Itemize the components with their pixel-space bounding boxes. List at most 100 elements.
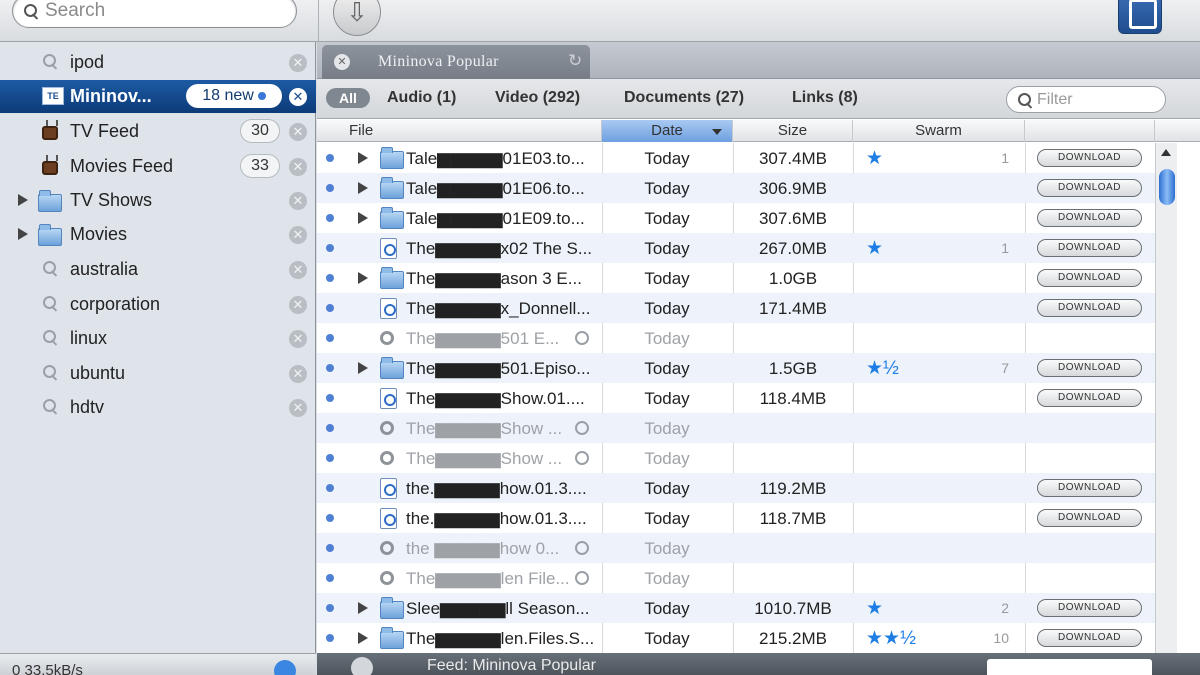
remove-icon[interactable]: ✕ [289,158,307,176]
folder-icon [380,597,404,619]
download-button[interactable]: DOWNLOAD [1037,629,1142,647]
main-panel: ✕ Mininova Popular ↻ All Audio (1) Video… [317,42,1200,675]
table-row[interactable]: Tale▆▆▆▆▆01E03.to... Today 307.4MB ★ 1 DOWNLO… [317,143,1155,173]
filter-all-button[interactable]: All [326,88,370,108]
date-cell: Today [644,539,690,558]
app-window-icon[interactable] [1118,0,1162,34]
seed-count: 1 [1001,240,1009,256]
date-cell: Today [644,599,690,618]
remove-icon[interactable]: ✕ [289,330,307,348]
disclosure-triangle-icon[interactable] [358,632,368,644]
remove-icon[interactable]: ✕ [289,88,307,106]
table-row[interactable]: the ▆▆▆▆▆how 0... Today [317,533,1155,563]
cancel-icon[interactable] [575,451,589,465]
disclosure-triangle-icon[interactable] [358,152,368,164]
disclosure-triangle-icon[interactable] [358,182,368,194]
disclosure-triangle-icon[interactable] [358,272,368,284]
sidebar-item-linux[interactable]: linux ✕ [0,322,316,355]
cancel-icon[interactable] [575,541,589,555]
download-button[interactable]: DOWNLOAD [1037,179,1142,197]
seed-count: 7 [1001,360,1009,376]
disclosure-triangle-icon[interactable] [358,362,368,374]
column-size[interactable]: Size [733,120,853,142]
remove-icon[interactable]: ✕ [289,226,307,244]
sidebar-item-ubuntu[interactable]: ubuntu ✕ [0,357,316,390]
disclosure-triangle-icon[interactable] [358,602,368,614]
filter-documents-button[interactable]: Documents (27) [624,89,744,107]
download-arrow-icon[interactable]: ⇩ [333,0,381,36]
scrollbar[interactable] [1155,143,1177,675]
download-button[interactable]: DOWNLOAD [1037,389,1142,407]
tab-close-icon[interactable]: ✕ [334,54,350,70]
table-row[interactable]: The▆▆▆▆▆Show.01.... Today 118.4MB DOWNLOAD [317,383,1155,413]
remove-icon[interactable]: ✕ [289,54,307,72]
download-button[interactable]: DOWNLOAD [1037,209,1142,227]
unread-dot-icon [326,514,334,522]
sidebar-item-movies-feed[interactable]: Movies Feed 33 ✕ [0,150,316,183]
add-icon[interactable] [274,660,296,675]
table-row[interactable]: The▆▆▆▆▆x_Donnell... Today 171.4MB DOWNLOAD [317,293,1155,323]
filter-links-button[interactable]: Links (8) [792,89,858,107]
remove-icon[interactable]: ✕ [289,365,307,383]
sidebar-item-mininov[interactable]: TE Mininov... 18 new ✕ [0,80,316,113]
table-row[interactable]: The▆▆▆▆▆len File... Today [317,563,1155,593]
download-button[interactable]: DOWNLOAD [1037,359,1142,377]
scroll-up-icon[interactable] [1161,149,1171,156]
status-field[interactable] [987,659,1152,675]
search-input[interactable]: Search [12,0,297,28]
filter-audio-button[interactable]: Audio (1) [387,89,456,107]
remove-icon[interactable]: ✕ [289,192,307,210]
table-row[interactable]: The▆▆▆▆▆x02 The S... Today 267.0MB ★ 1 DOWNLO… [317,233,1155,263]
sidebar-item-tv-shows[interactable]: TV Shows ✕ [0,184,316,217]
column-swarm[interactable]: Swarm [853,120,1025,142]
cancel-icon[interactable] [575,421,589,435]
download-button[interactable]: DOWNLOAD [1037,269,1142,287]
refresh-icon[interactable]: ↻ [568,51,582,71]
table-row[interactable]: the.▆▆▆▆▆how.01.3.... Today 119.2MB DOWNLOA… [317,473,1155,503]
download-button[interactable]: DOWNLOAD [1037,149,1142,167]
unread-dot-icon [326,244,334,252]
pending-icon [380,328,394,345]
disclosure-triangle-icon[interactable] [358,212,368,224]
table-row[interactable]: The▆▆▆▆▆501 E... Today [317,323,1155,353]
table-row[interactable]: Tale▆▆▆▆▆01E06.to... Today 306.9MB DOWNLOAD [317,173,1155,203]
table-row[interactable]: The▆▆▆▆▆Show ... Today [317,443,1155,473]
table-row[interactable]: The▆▆▆▆▆len.Files.S... Today 215.2MB ★★½ 10 D… [317,623,1155,653]
sidebar-item-australia[interactable]: australia ✕ [0,253,316,286]
download-button[interactable]: DOWNLOAD [1037,509,1142,527]
sidebar-item-movies[interactable]: Movies ✕ [0,218,316,251]
table-row[interactable]: the.▆▆▆▆▆how.01.3.... Today 118.7MB DOWNLOA… [317,503,1155,533]
remove-icon[interactable]: ✕ [289,296,307,314]
disclosure-triangle-icon[interactable] [18,228,28,240]
swarm-rating: ★½ [866,358,899,379]
column-date[interactable]: Date [602,120,733,142]
remove-icon[interactable]: ✕ [289,399,307,417]
sidebar-item-tv-feed[interactable]: TV Feed 30 ✕ [0,115,316,148]
cancel-icon[interactable] [575,571,589,585]
disclosure-triangle-icon[interactable] [18,194,28,206]
filter-video-button[interactable]: Video (292) [495,89,580,107]
filter-input[interactable]: Filter [1006,86,1166,113]
table-row[interactable]: The▆▆▆▆▆Show ... Today [317,413,1155,443]
download-button[interactable]: DOWNLOAD [1037,239,1142,257]
cancel-icon[interactable] [575,331,589,345]
table-row[interactable]: The▆▆▆▆▆ason 3 E... Today 1.0GB DOWNLOAD [317,263,1155,293]
unread-dot-icon [326,334,334,342]
column-action [1025,120,1155,142]
table-row[interactable]: Slee▆▆▆▆▆ll Season... Today 1010.7MB ★ 2 DOWN… [317,593,1155,623]
sidebar-item-label: Mininov... [70,86,152,106]
tab-mininova-popular[interactable]: ✕ Mininova Popular ↻ [322,45,590,79]
remove-icon[interactable]: ✕ [289,261,307,279]
download-button[interactable]: DOWNLOAD [1037,479,1142,497]
scroll-thumb[interactable] [1159,169,1175,205]
table-row[interactable]: The▆▆▆▆▆501.Episo... Today 1.5GB ★½ 7 DOWNLOA… [317,353,1155,383]
table-row[interactable]: Tale▆▆▆▆▆01E09.to... Today 307.6MB DOWNLOAD [317,203,1155,233]
date-cell: Today [644,569,690,588]
download-button[interactable]: DOWNLOAD [1037,599,1142,617]
remove-icon[interactable]: ✕ [289,123,307,141]
download-button[interactable]: DOWNLOAD [1037,299,1142,317]
sidebar-item-ipod[interactable]: ipod ✕ [0,46,316,79]
column-file[interactable]: File [317,120,602,142]
sidebar-item-corporation[interactable]: corporation ✕ [0,288,316,321]
sidebar-item-hdtv[interactable]: hdtv ✕ [0,391,316,424]
